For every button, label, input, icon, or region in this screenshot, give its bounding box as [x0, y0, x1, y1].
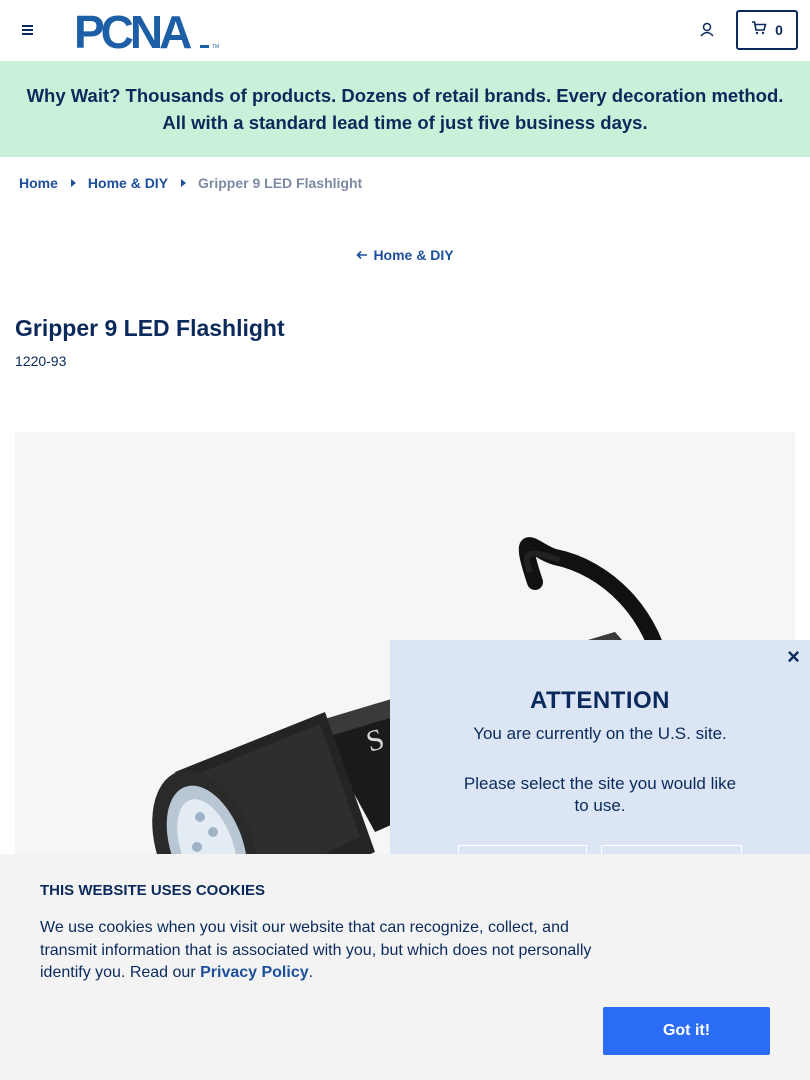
- product-sku: 1220-93: [15, 353, 67, 369]
- cart-count: 0: [775, 22, 783, 38]
- caret-right-icon: [181, 179, 187, 187]
- site-header: PCNA TM 0: [0, 0, 810, 61]
- breadcrumb-home[interactable]: Home: [19, 175, 58, 191]
- user-icon[interactable]: [697, 20, 717, 40]
- pcna-logo[interactable]: PCNA TM: [74, 6, 224, 58]
- close-icon[interactable]: ×: [787, 646, 800, 668]
- accept-cookies-button[interactable]: Got it!: [603, 1007, 770, 1055]
- caret-right-icon: [70, 179, 76, 187]
- back-to-category-link[interactable]: Home & DIY: [0, 247, 810, 263]
- promo-banner: Why Wait? Thousands of products. Dozens …: [0, 61, 810, 157]
- cookie-body: We use cookies when you visit our websit…: [40, 919, 592, 981]
- modal-select-site-text: Please select the site you would like to…: [463, 774, 737, 815]
- cart-button[interactable]: 0: [736, 10, 798, 50]
- breadcrumb: Home Home & DIY Gripper 9 LED Flashlight: [19, 175, 362, 191]
- back-link-label: Home & DIY: [373, 247, 454, 263]
- cart-icon: [751, 20, 767, 40]
- cookie-suffix: .: [308, 964, 314, 981]
- cookie-banner: THIS WEBSITE USES COOKIES We use cookies…: [0, 854, 810, 1080]
- cookie-title: THIS WEBSITE USES COOKIES: [40, 882, 266, 899]
- product-title: Gripper 9 LED Flashlight: [15, 315, 285, 341]
- modal-current-site-text: You are currently on the U.S. site.: [473, 724, 727, 743]
- svg-text:PCNA: PCNA: [74, 8, 191, 52]
- breadcrumb-home-diy[interactable]: Home & DIY: [88, 175, 168, 191]
- privacy-policy-link[interactable]: Privacy Policy: [200, 964, 309, 981]
- breadcrumb-current: Gripper 9 LED Flashlight: [198, 175, 363, 191]
- arrow-left-icon: [356, 247, 368, 263]
- cookie-text: We use cookies when you visit our websit…: [40, 917, 610, 985]
- menu-icon[interactable]: [18, 20, 38, 40]
- modal-title: ATTENTION: [529, 687, 671, 714]
- promo-text: Why Wait? Thousands of products. Dozens …: [26, 85, 784, 133]
- svg-text:TM: TM: [212, 44, 219, 50]
